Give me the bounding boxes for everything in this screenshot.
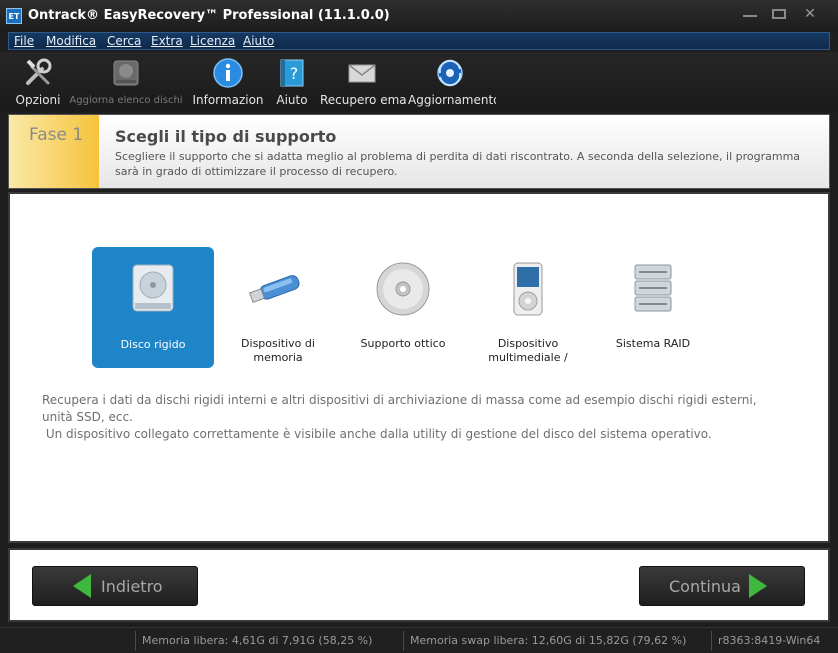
app-logo-icon: ET (6, 8, 22, 24)
title-bar[interactable]: ET Ontrack® EasyRecovery™ Professional (… (0, 0, 838, 32)
raid-icon (634, 264, 672, 312)
toolbar-info-button[interactable]: Informazion (190, 52, 266, 112)
step-badge: Fase 1 (9, 115, 99, 188)
status-bar: Memoria libera: 4,61G di 7,91G (58,25 %)… (0, 627, 838, 653)
menu-aiuto[interactable]: Aiuto (243, 34, 274, 48)
menu-file[interactable]: File (14, 34, 34, 48)
media-option-optical[interactable]: Supporto ottico (342, 247, 464, 368)
selection-description: Recupera i dati da dischi rigidi interni… (42, 392, 782, 443)
toolbar-refresh-disks-button[interactable]: Aggiorna elenco dischi (66, 52, 186, 112)
update-globe-icon (437, 59, 463, 87)
media-player-icon (513, 262, 543, 316)
continue-button[interactable]: Continua (639, 566, 805, 606)
media-option-label: Supporto ottico (360, 337, 446, 350)
media-option-multimedia[interactable]: Dispositivo multimediale / (467, 247, 589, 368)
step-header: Fase 1 Scegli il tipo di supporto Scegli… (8, 114, 830, 189)
toolbar-refresh-disks-label: Aggiorna elenco dischi (69, 95, 183, 106)
usb-stick-icon (248, 275, 300, 303)
window-title: Ontrack® EasyRecovery™ Professional (11.… (28, 8, 390, 23)
app-window: ET Ontrack® EasyRecovery™ Professional (… (0, 0, 838, 653)
hard-disk-icon (132, 264, 174, 312)
continue-button-label: Continua (669, 577, 741, 596)
close-button[interactable]: ✕ (802, 7, 818, 23)
minimize-button[interactable] (743, 11, 757, 17)
help-book-icon: ? (280, 59, 304, 87)
toolbar-help-label: Aiuto (276, 93, 308, 107)
toolbar-update-label: Aggiornamento (408, 93, 496, 107)
arrow-left-icon (73, 574, 91, 598)
selection-description-line2: Un dispositivo collegato correttamente è… (42, 427, 712, 441)
menu-modifica[interactable]: Modifica (46, 34, 96, 48)
tools-icon (26, 58, 52, 85)
status-free-memory: Memoria libera: 4,61G di 7,91G (58,25 %) (135, 631, 401, 651)
toolbar-options-label: Opzioni (15, 93, 61, 107)
menu-cerca[interactable]: Cerca (107, 34, 141, 48)
media-option-label: Dispositivo di memoria (241, 337, 315, 364)
step-title: Scegli il tipo di supporto (115, 127, 337, 146)
media-option-label: Disco rigido (120, 338, 186, 351)
selection-description-line1: Recupera i dati da dischi rigidi interni… (42, 393, 757, 424)
menu-extra[interactable]: Extra (151, 34, 183, 48)
status-free-swap: Memoria swap libera: 12,60G di 15,82G (7… (403, 631, 709, 651)
toolbar: Opzioni Aggiorna elenco dischi Informazi… (0, 52, 838, 112)
maximize-button[interactable] (772, 9, 786, 19)
toolbar-options-button[interactable]: Opzioni (12, 52, 64, 112)
toolbar-info-label: Informazion (192, 93, 264, 107)
svg-text:?: ? (290, 64, 299, 83)
menu-bar: File Modifica Cerca Extra Licenza Aiuto (8, 32, 830, 50)
email-icon (348, 64, 376, 83)
toolbar-help-button[interactable]: ? Aiuto (270, 52, 314, 112)
arrow-right-icon (749, 574, 767, 598)
toolbar-email-recovery-button[interactable]: Recupero ema (320, 52, 406, 112)
status-build: r8363:8419-Win64 (711, 631, 821, 651)
media-option-raid[interactable]: Sistema RAID (592, 247, 714, 368)
info-icon (213, 58, 243, 88)
step-description: Scegliere il supporto che si adatta megl… (115, 150, 801, 178)
media-option-hard-disk[interactable]: Disco rigido (92, 247, 214, 368)
back-button-label: Indietro (101, 577, 163, 596)
media-option-memory-device[interactable]: Dispositivo di memoria (217, 247, 339, 368)
media-selection-panel: Disco rigido Dispositivo di memoria Supp… (8, 192, 830, 543)
step-number: Fase 1 (29, 125, 84, 145)
toolbar-email-recovery-label: Recupero ema (320, 93, 406, 107)
media-option-label: Sistema RAID (615, 337, 691, 350)
back-button[interactable]: Indietro (32, 566, 198, 606)
toolbar-update-button[interactable]: Aggiornamento (408, 52, 496, 112)
navigation-panel: Indietro Continua (8, 548, 830, 622)
menu-licenza[interactable]: Licenza (190, 34, 235, 48)
media-option-label: Dispositivo multimediale / (488, 337, 568, 364)
drive-refresh-icon (113, 60, 139, 86)
optical-disc-icon (376, 262, 430, 316)
